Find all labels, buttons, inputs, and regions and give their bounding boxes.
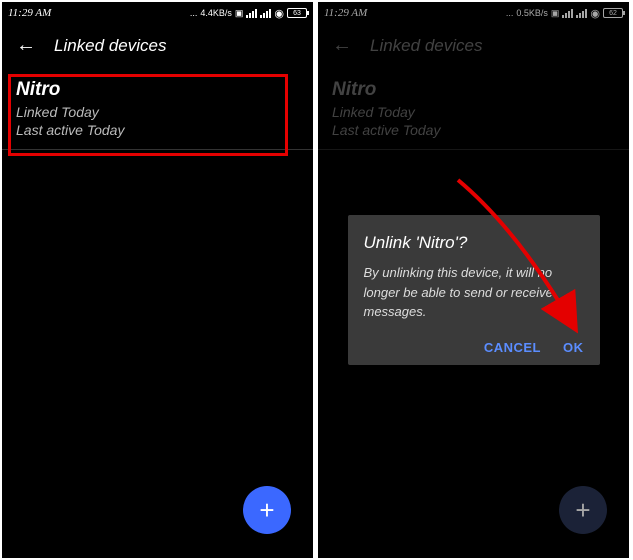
dialog-body: By unlinking this device, it will no lon… — [364, 263, 584, 322]
status-time: 11:29 AM — [8, 7, 51, 19]
ok-button[interactable]: OK — [563, 340, 584, 355]
modal-overlay: Unlink 'Nitro'? By unlinking this device… — [318, 2, 629, 558]
status-right: ... 4.4KB/s ▣ ◉ 63 — [190, 7, 307, 20]
device-name: Nitro — [16, 79, 299, 101]
sim-icon: ▣ — [235, 8, 244, 19]
add-device-fab[interactable]: + — [243, 486, 291, 534]
dialog-title: Unlink 'Nitro'? — [364, 233, 584, 253]
phone-left: 11:29 AM ... 4.4KB/s ▣ ◉ 63 ← Linked dev… — [2, 2, 313, 558]
device-linked: Linked Today — [16, 103, 299, 121]
network-speed: 4.4KB/s — [200, 8, 232, 18]
page-title: Linked devices — [54, 36, 166, 56]
status-dots: ... — [190, 8, 198, 18]
status-bar: 11:29 AM ... 4.4KB/s ▣ ◉ 63 — [2, 2, 313, 24]
device-active: Last active Today — [16, 121, 299, 139]
cancel-button[interactable]: CANCEL — [484, 340, 541, 355]
unlink-dialog: Unlink 'Nitro'? By unlinking this device… — [348, 215, 600, 365]
wifi-icon: ◉ — [274, 7, 284, 20]
back-arrow-icon[interactable]: ← — [16, 34, 36, 57]
phone-right: 11:29 AM ... 0.5KB/s ▣ ◉ 62 ← Linked dev… — [318, 2, 629, 558]
signal-icon-1 — [246, 8, 257, 18]
signal-icon-2 — [260, 8, 271, 18]
dialog-actions: CANCEL OK — [364, 340, 584, 355]
device-list-item[interactable]: Nitro Linked Today Last active Today — [2, 71, 313, 150]
app-header: ← Linked devices — [2, 24, 313, 71]
battery-icon: 63 — [287, 8, 307, 18]
plus-icon: + — [259, 495, 274, 526]
